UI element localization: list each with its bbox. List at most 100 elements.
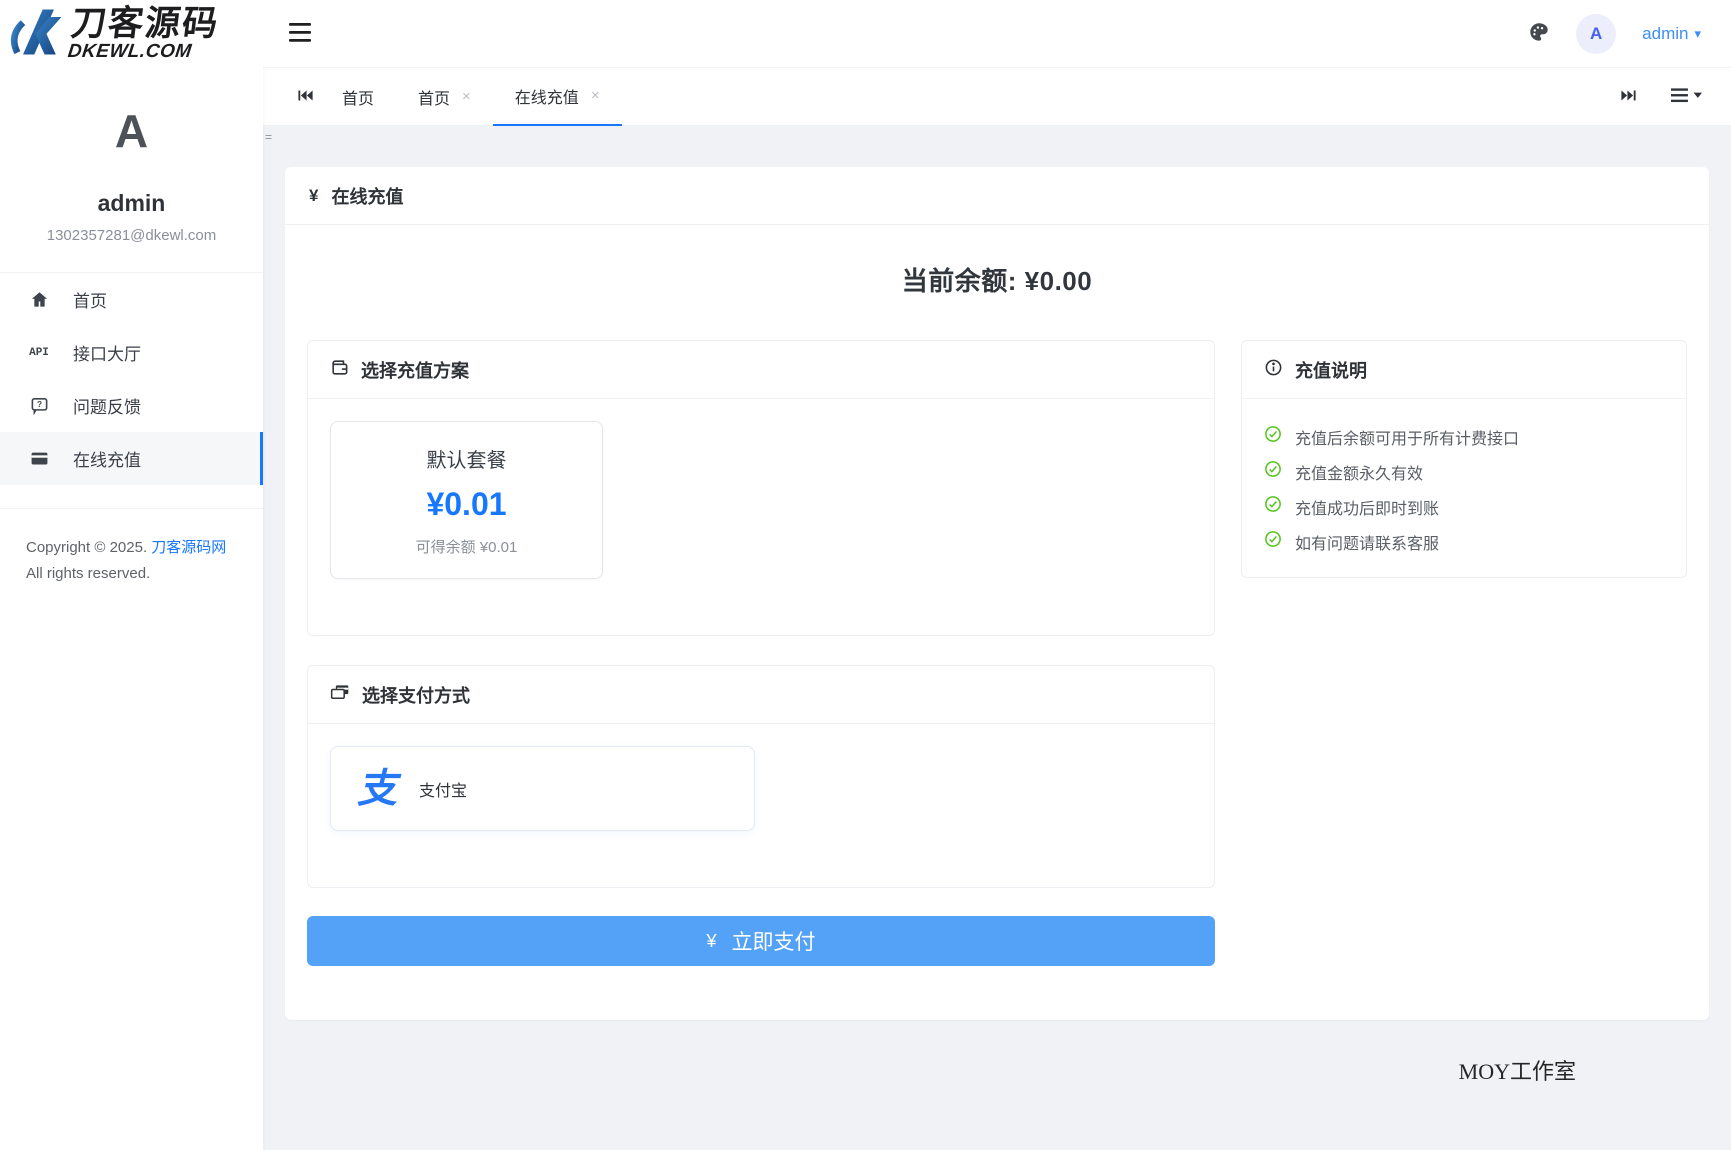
note-item: 充值金额永久有效 [1264, 454, 1664, 489]
header-avatar-letter: A [1590, 24, 1602, 44]
recharge-card-header: ¥ 在线充值 [285, 167, 1709, 225]
recharge-card-body: 当前余额: ¥0.00 [285, 225, 1709, 1020]
alipay-icon: 支 [357, 769, 397, 809]
studio-watermark: MOY工作室 [285, 1054, 1576, 1086]
sidebar-username: admin [0, 190, 263, 217]
balance-label: 当前余额: [902, 266, 1017, 296]
tab-options-button[interactable] [1671, 87, 1703, 106]
note-item: 充值成功后即时到账 [1264, 489, 1664, 524]
user-dropdown[interactable]: admin ▾ [1642, 24, 1701, 44]
recharge-card: ¥ 在线充值 当前余额: ¥0.00 [285, 167, 1709, 1020]
app-window: 刀客源码 DKEWL.COM [0, 0, 1731, 1150]
wallet-icon [330, 358, 349, 382]
plan-price: ¥0.01 [426, 486, 506, 523]
note-text: 充值后余额可用于所有计费接口 [1295, 425, 1519, 449]
svg-text:?: ? [36, 399, 41, 409]
chevron-down-icon: ▾ [1694, 26, 1701, 42]
payment-section-header: 选择支付方式 [308, 666, 1214, 724]
notes-section-header: 充值说明 [1242, 341, 1686, 399]
sidebar-toggle-button[interactable] [289, 22, 313, 46]
sidebar-item-api-hall[interactable]: API 接口大厅 [0, 326, 263, 379]
cards-icon [330, 682, 350, 707]
info-icon [1264, 358, 1283, 382]
sidebar: A admin 1302357281@dkewl.com 首页 API 接口大厅 [0, 68, 263, 1150]
copyright-rights: All rights reserved. [26, 565, 150, 582]
sidebar-item-home[interactable]: 首页 [0, 273, 263, 326]
check-circle-icon [1264, 425, 1282, 448]
payment-section-title: 选择支付方式 [362, 682, 470, 708]
note-item: 如有问题请联系客服 [1264, 524, 1664, 559]
fast-forward-icon [1620, 88, 1637, 106]
tabs-scroll-right-button[interactable] [1620, 88, 1637, 106]
theme-button[interactable] [1528, 21, 1550, 46]
tab-label: 首页 [418, 85, 450, 109]
copyright-link[interactable]: 刀客源码网 [151, 539, 226, 556]
sidebar-item-label: 问题反馈 [73, 393, 141, 418]
pay-now-button[interactable]: ¥ 立即支付 [307, 916, 1215, 966]
sidebar-item-label: 接口大厅 [73, 340, 141, 365]
plan-section-title: 选择充值方案 [361, 357, 469, 383]
plan-description: 可得余额 ¥0.01 [416, 536, 518, 557]
brand-title: 刀客源码 [69, 6, 221, 41]
brand-mark-icon [8, 3, 68, 66]
collapse-handle-icon[interactable]: = [265, 130, 272, 144]
notes-section: 充值说明 充值后余额可用于所有计费接口 [1241, 340, 1687, 578]
tab-home-pinned[interactable]: 首页 [320, 68, 396, 126]
sidebar-copyright: Copyright © 2025. 刀客源码网 All rights reser… [0, 509, 263, 588]
menu-caret-icon [1671, 87, 1703, 106]
sidebar-item-label: 在线充值 [73, 446, 141, 471]
note-text: 如有问题请联系客服 [1295, 530, 1439, 554]
credit-card-icon [28, 449, 50, 468]
brand-text: 刀客源码 DKEWL.COM [67, 6, 222, 63]
notes-section-title: 充值说明 [1295, 357, 1367, 383]
payment-section: 选择支付方式 支 支付宝 [307, 665, 1215, 888]
tab-home[interactable]: 首页 × [396, 68, 493, 126]
plan-section: 选择充值方案 默认套餐 ¥0.01 可得余额 ¥0.01 [307, 340, 1215, 636]
note-item: 充值后余额可用于所有计费接口 [1264, 419, 1664, 454]
brand-domain: DKEWL.COM [67, 41, 218, 63]
user-name: admin [1642, 24, 1688, 44]
tab-label: 首页 [342, 85, 374, 109]
hamburger-icon [289, 22, 313, 46]
sidebar-user-block: A admin 1302357281@dkewl.com [0, 68, 263, 244]
sidebar-menu: 首页 API 接口大厅 ? 问题反馈 [0, 273, 263, 485]
tab-bar: 首页 首页 × 在线充值 × [263, 68, 1731, 126]
header-logo-area: 刀客源码 DKEWL.COM [0, 0, 263, 68]
balance-value: ¥0.00 [1025, 266, 1093, 296]
pay-now-label: 立即支付 [732, 926, 816, 956]
tab-recharge-active[interactable]: 在线充值 × [493, 68, 622, 126]
content-area: = ¥ 在线充值 当前余额: ¥0.00 [263, 126, 1731, 1150]
check-circle-icon [1264, 495, 1282, 518]
note-text: 充值金额永久有效 [1295, 460, 1423, 484]
rewind-icon [297, 88, 314, 106]
tabs-scroll-left-button[interactable] [297, 88, 314, 106]
page-title: 在线充值 [331, 183, 403, 209]
header-avatar[interactable]: A [1576, 14, 1616, 54]
plan-option-default[interactable]: 默认套餐 ¥0.01 可得余额 ¥0.01 [330, 421, 603, 579]
palette-icon [1528, 21, 1550, 46]
plan-name: 默认套餐 [427, 444, 507, 473]
plan-section-header: 选择充值方案 [308, 341, 1214, 399]
check-circle-icon [1264, 530, 1282, 553]
current-balance: 当前余额: ¥0.00 [307, 225, 1687, 340]
sidebar-item-label: 首页 [73, 287, 107, 312]
copyright-text: Copyright © 2025. [26, 539, 147, 556]
home-icon [28, 290, 50, 309]
brand-logo[interactable]: 刀客源码 DKEWL.COM [8, 3, 218, 66]
sidebar-item-feedback[interactable]: ? 问题反馈 [0, 379, 263, 432]
sidebar-avatar: A [0, 108, 263, 154]
sidebar-item-recharge[interactable]: 在线充值 [0, 432, 263, 485]
close-icon[interactable]: × [462, 89, 471, 104]
yen-icon: ¥ [309, 186, 318, 206]
yen-icon: ¥ [706, 931, 716, 952]
payment-method-alipay[interactable]: 支 支付宝 [330, 746, 755, 831]
note-text: 充值成功后即时到账 [1295, 495, 1439, 519]
close-icon[interactable]: × [591, 88, 600, 103]
top-header: A admin ▾ [263, 0, 1731, 68]
sidebar-email: 1302357281@dkewl.com [0, 227, 263, 244]
payment-method-name: 支付宝 [419, 777, 467, 801]
check-circle-icon [1264, 460, 1282, 483]
feedback-icon: ? [28, 396, 50, 415]
tab-label: 在线充值 [515, 84, 579, 108]
api-icon: API [28, 347, 50, 359]
